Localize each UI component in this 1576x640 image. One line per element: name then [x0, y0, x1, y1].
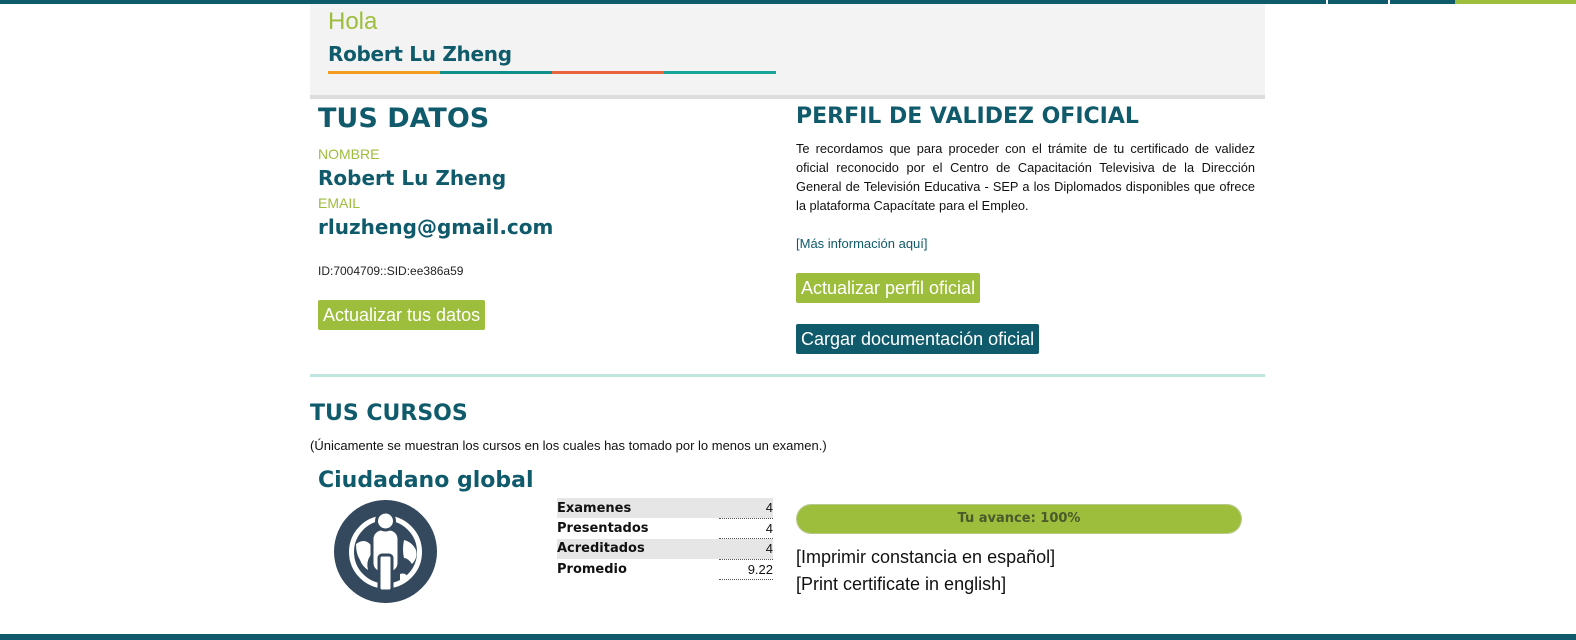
cursos-note: (Únicamente se muestran los cursos en lo…	[310, 438, 827, 453]
nombre-value: Robert Lu Zheng	[318, 166, 507, 190]
stat-row: Promedio 9.22	[557, 559, 773, 580]
upload-official-docs-button[interactable]: Cargar documentación oficial	[796, 324, 1040, 354]
course-progress-bar: Tu avance: 100%	[796, 504, 1242, 534]
greeting-hola: Hola	[328, 8, 378, 35]
greeting-divider	[310, 95, 1265, 99]
datos-title: TUS DATOS	[318, 103, 490, 134]
color-stripe-red	[552, 71, 664, 74]
email-label: EMAIL	[318, 195, 361, 211]
user-id-text: ID:7004709::SID:ee386a59	[318, 264, 464, 278]
color-stripe-orange	[328, 71, 440, 74]
course-name: Ciudadano global	[318, 468, 534, 493]
section-divider	[310, 374, 1265, 377]
stat-label: Acreditados	[557, 538, 719, 559]
print-certificate-en-link[interactable]: [Print certificate in english]	[796, 574, 1006, 595]
greeting-user-name: Robert Lu Zheng	[328, 42, 512, 66]
stat-label: Promedio	[557, 561, 627, 577]
perfil-description: Te recordamos que para proceder con el t…	[796, 141, 1255, 213]
nombre-label: NOMBRE	[318, 146, 380, 162]
stat-value: 4	[719, 538, 773, 560]
stat-row: Acreditados 4	[557, 538, 773, 560]
stat-row: Examenes 4	[557, 498, 773, 519]
update-data-button[interactable]: Actualizar tus datos	[318, 300, 486, 330]
course-stats-table: Examenes 4 Presentados 4 Acreditados 4 P…	[557, 498, 773, 580]
stat-label: Presentados	[557, 520, 649, 536]
stat-row: Presentados 4	[557, 518, 773, 539]
global-citizen-icon	[334, 500, 437, 603]
stat-value: 4	[719, 498, 773, 519]
stat-label: Examenes	[557, 498, 719, 518]
cursos-title: TUS CURSOS	[310, 401, 468, 426]
print-certificate-es-link[interactable]: [Imprimir constancia en español]	[796, 547, 1055, 568]
stat-value: 4	[719, 518, 773, 539]
perfil-title: PERFIL DE VALIDEZ OFICIAL	[796, 104, 1139, 129]
progress-label: Tu avance: 100%	[957, 511, 1081, 526]
email-value: rluzheng@gmail.com	[318, 215, 554, 239]
bottom-accent-bar	[0, 634, 1576, 640]
color-stripe-teal	[440, 71, 552, 74]
color-stripe-aqua	[664, 71, 776, 74]
more-info-link[interactable]: [Más información aquí]	[796, 236, 928, 251]
update-official-profile-button[interactable]: Actualizar perfil oficial	[796, 273, 981, 303]
stat-value: 9.22	[719, 559, 773, 580]
